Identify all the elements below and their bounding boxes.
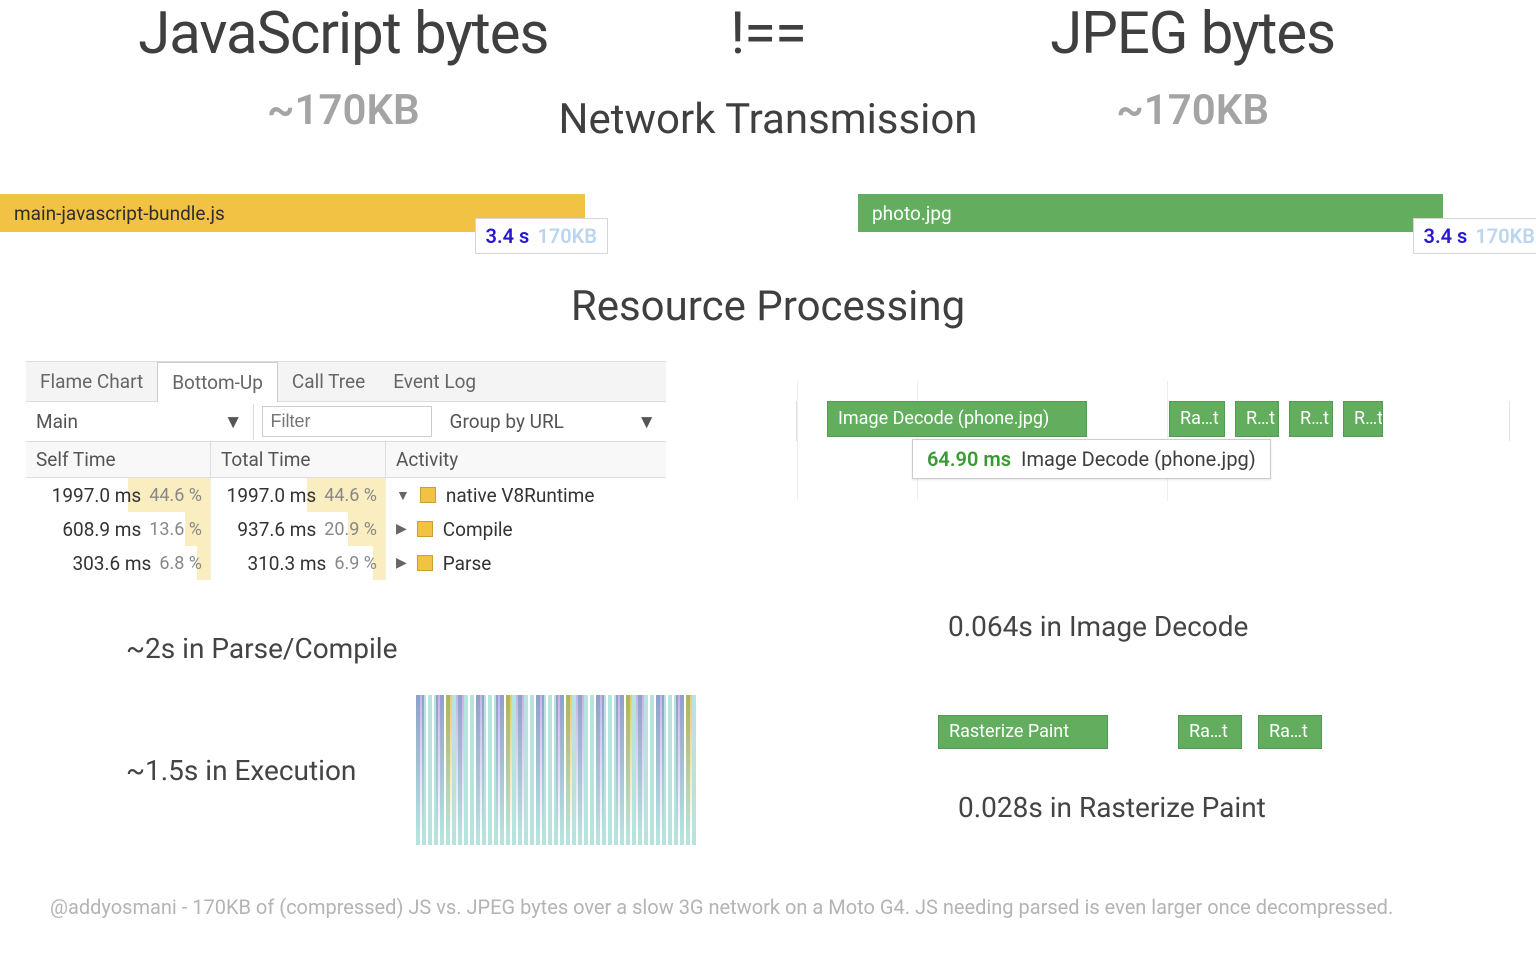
- raster-track: Rasterize Paint Ra…t Ra…t: [938, 715, 1510, 751]
- summary-js-exec: ~1.5s in Execution: [26, 754, 356, 787]
- tab-eventlog[interactable]: Event Log: [379, 362, 490, 401]
- jpg-bar: photo.jpg: [858, 194, 1443, 232]
- decode-block: Image Decode (phone.jpg): [827, 401, 1087, 437]
- summary-img-raster: 0.028s in Rasterize Paint: [828, 791, 1510, 824]
- network-bars: main-javascript-bundle.js 3.4 s 170KB ph…: [0, 144, 1536, 232]
- processing-row: Flame Chart Bottom-Up Call Tree Event Lo…: [0, 331, 1536, 580]
- jpg-badge-size: 170KB: [1475, 224, 1535, 248]
- neq-text: !==: [647, 0, 890, 68]
- raster-block-1: Rasterize Paint: [938, 715, 1108, 749]
- tabs: Flame Chart Bottom-Up Call Tree Event Lo…: [26, 362, 666, 402]
- table-headers: Self Time Total Time Activity: [26, 442, 666, 478]
- filters: Main▼ Group by URL▼: [26, 402, 666, 442]
- raster-block-2: Ra…t: [1178, 715, 1242, 749]
- decode-small-2: R…t: [1235, 401, 1279, 437]
- tooltip-label: Image Decode (phone.jpg): [1021, 447, 1256, 471]
- jpg-badge: 3.4 s 170KB: [1413, 218, 1536, 254]
- decode-small-4: R…t: [1343, 401, 1383, 437]
- thread-select[interactable]: Main▼: [26, 404, 254, 440]
- hdr-activity: Activity: [386, 442, 666, 477]
- decode-track: Image Decode (phone.jpg) Ra…t R…t R…t R……: [796, 401, 1510, 441]
- thread-select-label: Main: [36, 410, 78, 434]
- tooltip-ms: 64.90 ms: [927, 447, 1011, 471]
- js-size: ~170KB: [40, 86, 647, 135]
- jpeg-col: JPEG bytes ~170KB: [889, 0, 1496, 135]
- devtools-panel: Flame Chart Bottom-Up Call Tree Event Lo…: [26, 361, 666, 580]
- neq: !==: [647, 0, 890, 68]
- tab-calltree[interactable]: Call Tree: [278, 362, 379, 401]
- footer-credit: @addyosmani - 170KB of (compressed) JS v…: [0, 895, 1536, 919]
- flame-chart-thumb: [416, 695, 696, 845]
- table-row[interactable]: 608.9 ms13.6 %937.6 ms20.9 %▶Compile: [26, 512, 666, 546]
- js-title: JavaScript bytes: [40, 0, 647, 68]
- decode-small-3: R…t: [1289, 401, 1333, 437]
- hdr-self: Self Time: [26, 442, 211, 477]
- groupby-label: Group by URL: [450, 410, 564, 434]
- tab-flame[interactable]: Flame Chart: [26, 362, 157, 401]
- js-badge-size: 170KB: [537, 224, 597, 248]
- section-processing: Resource Processing: [0, 282, 1536, 331]
- table-row[interactable]: 303.6 ms6.8 %310.3 ms6.9 %▶Parse: [26, 546, 666, 580]
- jpg-badge-time: 3.4 s: [1424, 224, 1468, 248]
- decode-tooltip: 64.90 ms Image Decode (phone.jpg): [912, 439, 1271, 479]
- js-bar-wrap: main-javascript-bundle.js 3.4 s 170KB: [0, 194, 678, 232]
- decode-small-1: Ra…t: [1169, 401, 1225, 437]
- js-badge-time: 3.4 s: [486, 224, 530, 248]
- js-col: JavaScript bytes ~170KB: [40, 0, 647, 135]
- groupby-select[interactable]: Group by URL▼: [440, 404, 667, 440]
- summary-row-1: ~2s in Parse/Compile 0.064s in Image Dec…: [0, 580, 1536, 665]
- summary-js-parse: ~2s in Parse/Compile: [26, 632, 708, 665]
- js-badge: 3.4 s 170KB: [475, 218, 608, 254]
- hdr-total: Total Time: [211, 442, 386, 477]
- filter-input[interactable]: [262, 406, 432, 437]
- summary-img-decode: 0.064s in Image Decode: [828, 610, 1510, 643]
- summary-row-2: ~1.5s in Execution Rasterize Paint Ra…t …: [0, 695, 1536, 845]
- tab-bottomup[interactable]: Bottom-Up: [157, 362, 278, 402]
- jpeg-size: ~170KB: [889, 86, 1496, 135]
- jpeg-title: JPEG bytes: [889, 0, 1496, 68]
- table-rows: 1997.0 ms44.6 %1997.0 ms44.6 %▼native V8…: [26, 478, 666, 580]
- decode-panel: Image Decode (phone.jpg) Ra…t R…t R…t R……: [766, 361, 1510, 441]
- table-row[interactable]: 1997.0 ms44.6 %1997.0 ms44.6 %▼native V8…: [26, 478, 666, 512]
- raster-block-3: Ra…t: [1258, 715, 1322, 749]
- jpg-bar-wrap: photo.jpg 3.4 s 170KB: [858, 194, 1536, 232]
